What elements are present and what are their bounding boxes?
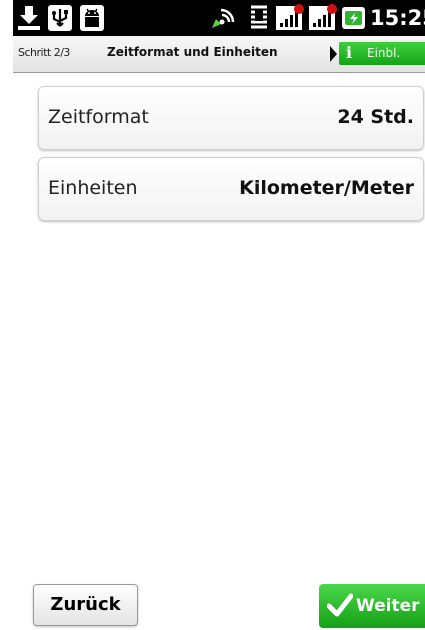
wifi-icon [251,5,267,29]
step-indicator: Schritt 2/3 [18,46,70,59]
app-screen: 15:25 Schritt 2/3 Zeitformat und Einheit… [13,0,425,630]
bottom-bar: Zurück Weiter [13,575,425,630]
help-button-label: Einbl. [367,46,401,60]
setting-value: Kilometer/Meter [239,177,414,199]
setting-units[interactable]: Einheiten Kilometer/Meter [38,157,424,221]
next-button-label: Weiter [356,596,420,616]
download-complete-icon [18,6,40,30]
step-header: Schritt 2/3 Zeitformat und Einheiten i E… [13,36,425,73]
help-button[interactable]: i Einbl. [339,42,425,65]
checkmark-icon [327,593,353,617]
setting-label: Zeitformat [48,106,149,128]
clock: 15:25 [370,6,425,30]
signal-2-icon [309,4,337,30]
setting-label: Einheiten [48,177,138,199]
gps-signal-icon [212,8,235,28]
status-bar: 15:25 [13,0,425,36]
battery-icon [342,7,365,29]
help-arrow-icon [330,46,337,62]
setting-value: 24 Std. [337,106,414,128]
info-icon: i [346,43,353,62]
usb-icon [48,5,72,31]
next-button[interactable]: Weiter [319,584,425,628]
android-icon [80,5,104,31]
signal-1-icon [276,4,304,30]
setting-time-format[interactable]: Zeitformat 24 Std. [38,86,424,150]
back-button[interactable]: Zurück [33,584,138,626]
page-title: Zeitformat und Einheiten [107,45,278,59]
back-button-label: Zurück [50,594,121,615]
